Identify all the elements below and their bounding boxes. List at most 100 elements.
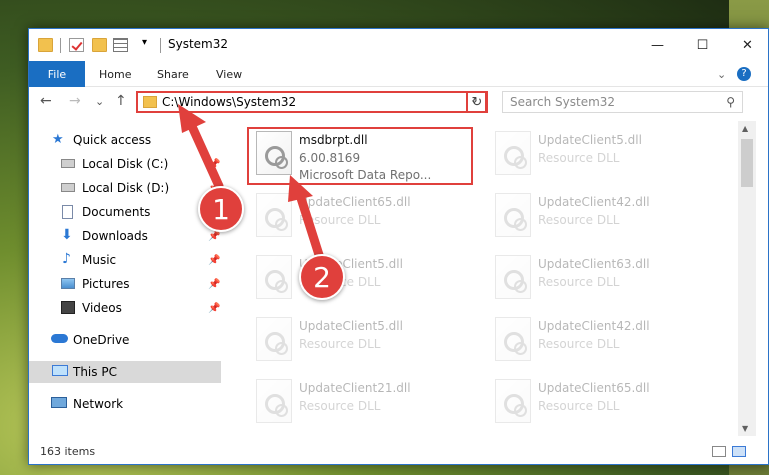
title-bar: ▾ System32 — ☐ ✕ <box>29 29 768 61</box>
pin-icon: 📌 <box>208 158 221 170</box>
file-type: Resource DLL <box>299 337 381 351</box>
dll-file-icon <box>256 255 292 299</box>
maximize-button[interactable]: ☐ <box>680 29 725 61</box>
vertical-scrollbar[interactable]: ▲ ▼ <box>738 121 756 436</box>
file-item[interactable]: UpdateClient21.dll Resource DLL <box>249 373 479 431</box>
tab-view[interactable]: View <box>216 61 242 87</box>
sidebar-item-label: Documents <box>82 205 151 219</box>
file-type: Resource DLL <box>538 337 620 351</box>
sidebar-item-quick-access[interactable]: ★ Quick access <box>29 129 221 151</box>
large-icons-view-icon[interactable] <box>732 446 746 457</box>
sidebar-item-label: Local Disk (C:) <box>82 157 169 171</box>
computer-icon <box>52 365 68 376</box>
sidebar-item-label: Quick access <box>73 133 152 147</box>
network-icon <box>51 397 67 408</box>
dll-file-icon <box>495 255 531 299</box>
sidebar-item-local-disk-c[interactable]: Local Disk (C:) 📌 <box>29 153 221 175</box>
file-name: UpdateClient5.dll <box>538 133 642 147</box>
sidebar-item-videos[interactable]: Videos 📌 <box>29 297 221 319</box>
help-icon[interactable]: ? <box>737 61 751 87</box>
pictures-icon <box>61 278 75 289</box>
details-view-icon[interactable] <box>712 446 726 457</box>
music-icon: ♪ <box>62 251 71 267</box>
tab-file[interactable]: File <box>29 61 85 87</box>
file-type: Resource DLL <box>538 213 620 227</box>
sidebar-item-label: Downloads <box>82 229 148 243</box>
divider <box>160 38 161 53</box>
tab-share[interactable]: Share <box>157 61 189 87</box>
item-count: 163 items <box>40 445 96 458</box>
file-type: Resource DLL <box>299 213 381 227</box>
status-bar: 163 items <box>29 438 768 464</box>
dll-file-icon <box>495 317 531 361</box>
star-icon: ★ <box>52 132 64 147</box>
pin-icon: 📌 <box>208 278 221 290</box>
sidebar-item-pictures[interactable]: Pictures 📌 <box>29 273 221 295</box>
scroll-thumb[interactable] <box>741 139 753 187</box>
downloads-icon: ⬇ <box>61 227 73 243</box>
file-item[interactable]: UpdateClient42.dll Resource DLL <box>488 187 718 245</box>
sidebar-item-label: Local Disk (D:) <box>82 181 170 195</box>
new-folder-icon[interactable] <box>92 38 107 52</box>
sidebar-item-onedrive[interactable]: OneDrive <box>29 329 221 351</box>
file-name: UpdateClient5.dll <box>299 319 403 333</box>
search-input[interactable]: Search System32 ⚲ <box>502 91 743 113</box>
drive-icon <box>61 159 75 168</box>
file-item[interactable]: UpdateClient5.dll Resource DLL <box>488 125 718 183</box>
sidebar-item-local-disk-d[interactable]: Local Disk (D:) 📌 <box>29 177 221 199</box>
window-title: System32 <box>168 37 229 51</box>
dll-file-icon <box>495 131 531 175</box>
up-button[interactable]: ↑ <box>115 93 127 109</box>
address-path: C:\Windows\System32 <box>162 95 297 109</box>
sidebar-item-label: Music <box>82 253 117 267</box>
file-highlight-box <box>247 127 473 185</box>
sidebar-item-network[interactable]: Network <box>29 393 221 415</box>
properties-icon[interactable] <box>69 38 84 52</box>
navigation-pane: ★ Quick access Local Disk (C:) 📌 Local D… <box>29 121 221 436</box>
address-bar[interactable]: C:\Windows\System32 ⌄ <box>136 91 487 113</box>
sidebar-item-documents[interactable]: Documents 📌 <box>29 201 221 223</box>
forward-button[interactable]: → <box>69 93 81 109</box>
file-name: UpdateClient65.dll <box>299 195 411 209</box>
file-item[interactable]: UpdateClient65.dll Resource DLL <box>488 373 718 431</box>
step-2-badge: 2 <box>299 254 345 300</box>
ribbon: File Home Share View ⌄ ? <box>29 61 768 87</box>
sidebar-item-label: Network <box>73 397 124 411</box>
close-button[interactable]: ✕ <box>725 29 768 61</box>
file-type: Resource DLL <box>538 275 620 289</box>
sidebar-item-label: Videos <box>82 301 122 315</box>
file-item[interactable]: UpdateClient5.dll Resource DLL <box>249 249 479 307</box>
file-item[interactable]: UpdateClient63.dll Resource DLL <box>488 249 718 307</box>
documents-icon <box>62 205 73 219</box>
help-glyph: ? <box>737 67 751 81</box>
sidebar-item-this-pc[interactable]: This PC <box>29 361 221 383</box>
back-button[interactable]: ← <box>40 93 52 109</box>
file-item[interactable]: UpdateClient5.dll Resource DLL <box>249 311 479 369</box>
sidebar-item-downloads[interactable]: ⬇ Downloads 📌 <box>29 225 221 247</box>
dll-file-icon <box>256 193 292 237</box>
recent-locations-button[interactable]: ⌄ <box>95 95 104 108</box>
scroll-up-icon[interactable]: ▲ <box>742 124 748 133</box>
search-placeholder: Search System32 <box>510 95 616 109</box>
file-item[interactable]: UpdateClient65.dll Resource DLL <box>249 187 479 245</box>
pin-icon: 📌 <box>208 302 221 314</box>
file-explorer-window: ▾ System32 — ☐ ✕ File Home Share View ⌄ … <box>28 28 769 465</box>
refresh-button[interactable]: ↻ <box>466 91 488 113</box>
sidebar-item-music[interactable]: ♪ Music 📌 <box>29 249 221 271</box>
sidebar-item-label: OneDrive <box>73 333 130 347</box>
quick-access-dropdown-icon[interactable]: ▾ <box>142 37 157 51</box>
folder-icon <box>143 96 157 108</box>
customize-icon[interactable] <box>113 38 128 52</box>
dll-file-icon <box>495 193 531 237</box>
file-name: UpdateClient63.dll <box>538 257 650 271</box>
file-item[interactable]: UpdateClient42.dll Resource DLL <box>488 311 718 369</box>
file-type: Resource DLL <box>299 399 381 413</box>
dll-file-icon <box>495 379 531 423</box>
scroll-down-icon[interactable]: ▼ <box>742 424 748 433</box>
minimize-button[interactable]: — <box>635 29 680 61</box>
tab-home[interactable]: Home <box>99 61 131 87</box>
file-name: UpdateClient21.dll <box>299 381 411 395</box>
cloud-icon <box>51 334 68 343</box>
expand-ribbon-icon[interactable]: ⌄ <box>717 61 726 87</box>
file-type: Resource DLL <box>538 151 620 165</box>
